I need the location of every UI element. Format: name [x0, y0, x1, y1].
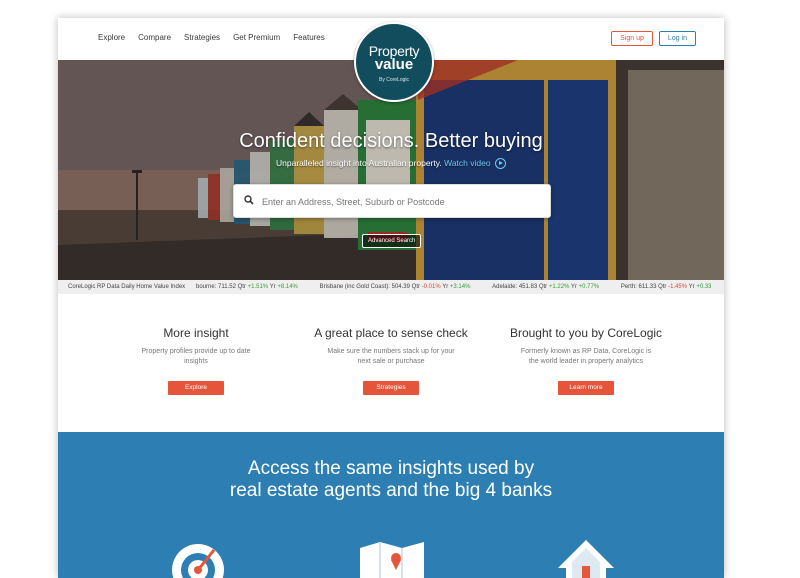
ticker-value: 711.52: [218, 284, 236, 290]
hero-subtitle-text: Unparalleled insight into Australian pro…: [276, 158, 442, 168]
nav-link-features[interactable]: Features: [293, 33, 325, 42]
ticker-qtr: +1.51%: [247, 284, 269, 290]
ticker-city: Adelaide:: [492, 284, 518, 290]
home-value-ticker: CoreLogic RP Data Daily Home Value Index…: [58, 280, 724, 294]
target-gauge-icon: [172, 544, 224, 578]
feature-description-line: next sale or purchase: [357, 358, 425, 365]
banner-heading-line2: real estate agents and the big 4 banks: [229, 480, 553, 501]
ticker-item: bourne: 711.52 Qtr +1.51% Yr +8.14%: [196, 284, 298, 290]
ticker-yr: +0.33: [696, 284, 712, 290]
feature-description: Property profiles provide up to date ins…: [96, 347, 296, 367]
search-box: [233, 184, 551, 219]
feature-description: Formerly known as RP Data, CoreLogic is …: [486, 347, 686, 367]
feature-description-line: Make sure the numbers stack up for your: [327, 348, 455, 355]
explore-button[interactable]: Explore: [168, 381, 224, 395]
ticker-yr: +0.77%: [578, 284, 600, 290]
ticker-item: Adelaide: 451.83 Qtr +1.22% Yr +0.77%: [492, 284, 600, 290]
logo-text-line2: value: [374, 56, 414, 73]
search-icon: [244, 195, 254, 205]
ticker-yr: +3.14%: [449, 284, 471, 290]
property-value-logo[interactable]: Property value By CoreLogic: [354, 22, 434, 102]
nav-link-get-premium[interactable]: Get Premium: [233, 33, 280, 42]
ticker-city: Brisbane (inc Gold Coast):: [319, 284, 390, 290]
feature-description: Make sure the numbers stack up for your …: [291, 347, 491, 367]
hero-title: Confident decisions. Better buying: [239, 130, 543, 152]
ticker-item: Brisbane (inc Gold Coast): 504.39 Qtr -0…: [319, 284, 471, 290]
feature-title: A great place to sense check: [314, 326, 468, 340]
search-input[interactable]: [260, 185, 544, 219]
feature-sense-check: A great place to sense check Make sure t…: [291, 326, 491, 395]
hero-subtitle: Unparalleled insight into Australian pro…: [58, 158, 724, 170]
ticker-city: bourne:: [196, 284, 217, 290]
feature-more-insight: More insight Property profiles provide u…: [96, 326, 296, 395]
house-icon: [558, 540, 614, 578]
ticker-value: 611.33: [638, 284, 657, 290]
ticker-qtr: -1.45%: [668, 284, 688, 290]
browser-page: Explore Compare Strategies Get Premium F…: [58, 18, 724, 578]
insights-banner: Access the same insights used by real es…: [58, 432, 724, 578]
feature-title: Brought to you by CoreLogic: [509, 326, 663, 340]
ticker-label: CoreLogic RP Data Daily Home Value Index: [68, 284, 186, 290]
nav-link-strategies[interactable]: Strategies: [184, 33, 220, 42]
feature-description-line: Formerly known as RP Data, CoreLogic is: [520, 348, 652, 355]
watch-video-link[interactable]: Watch video: [444, 158, 490, 168]
signup-button[interactable]: Sign up: [611, 31, 653, 46]
nav-link-compare[interactable]: Compare: [138, 33, 171, 42]
feature-description-line: the world leader in property analytics: [528, 358, 643, 365]
features-section: More insight Property profiles provide u…: [58, 294, 724, 432]
learn-more-button[interactable]: Learn more: [558, 381, 614, 395]
ticker-value: 451.83: [518, 284, 538, 290]
ticker-qtr: -0.01%: [421, 284, 441, 290]
logo-text-line3: By CoreLogic: [378, 77, 409, 83]
ticker-value: 504.39: [391, 284, 410, 290]
nav-link-explore[interactable]: Explore: [98, 33, 125, 42]
play-icon[interactable]: [494, 158, 506, 170]
nav-links: Explore Compare Strategies Get Premium F…: [98, 33, 325, 42]
feature-corelogic: Brought to you by CoreLogic Formerly kno…: [486, 326, 686, 395]
ticker-qtr: +1.22%: [548, 284, 570, 290]
ticker-item: Perth: 611.33 Qtr -1.45% Yr +0.33: [620, 284, 712, 290]
feature-description-line: Property profiles provide up to date: [141, 348, 251, 355]
map-icon: [360, 542, 424, 578]
ticker-items: bourne: 711.52 Qtr +1.51% Yr +8.14% Bris…: [196, 280, 724, 294]
login-button[interactable]: Log in: [658, 31, 696, 46]
strategies-button[interactable]: Strategies: [363, 381, 419, 395]
banner-heading: Access the same insights used by real es…: [58, 458, 724, 502]
feature-title: More insight: [163, 326, 229, 340]
ticker-city: Perth:: [620, 284, 637, 290]
ticker-yr: +8.14%: [277, 284, 298, 290]
banner-heading-line1: Access the same insights used by: [247, 458, 535, 479]
advanced-search-button[interactable]: Advanced Search: [362, 234, 422, 248]
feature-description-line: insights: [184, 358, 208, 365]
auth-buttons: Sign up Log in: [611, 31, 696, 46]
